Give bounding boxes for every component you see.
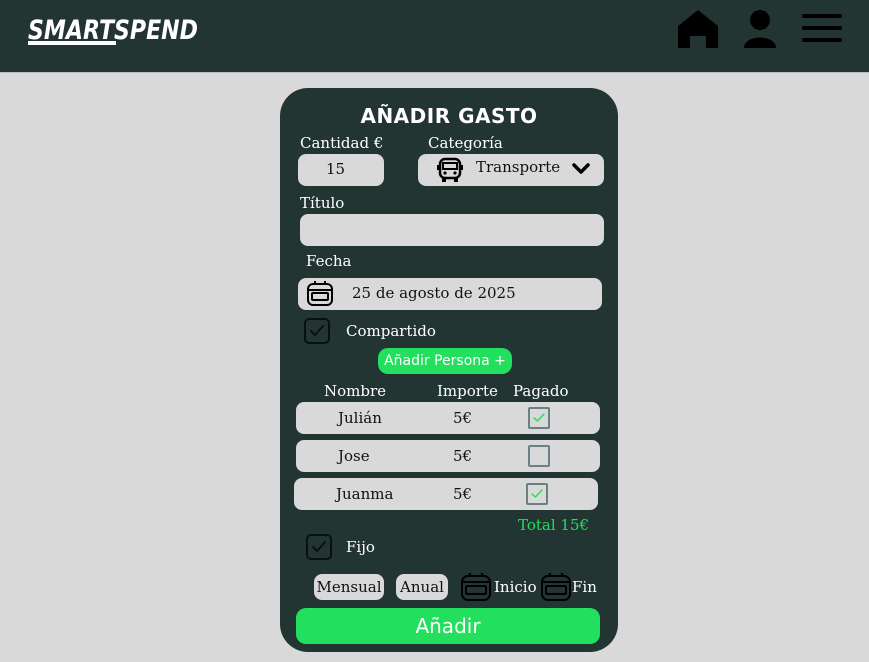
calendar-icon[interactable]	[306, 280, 334, 312]
date-value: 25 de agosto de 2025	[352, 284, 516, 302]
start-calendar-icon[interactable]	[460, 572, 492, 606]
logo-graphic: SMARTSPEND	[28, 15, 198, 46]
fixed-label: Fijo	[346, 538, 375, 556]
chevron-down-icon	[572, 160, 590, 182]
person-amount: 5€	[453, 485, 473, 503]
paid-checkbox[interactable]	[528, 407, 550, 429]
person-name: Julián	[338, 409, 382, 427]
date-field[interactable]: 25 de agosto de 2025	[298, 278, 602, 310]
col-header-paid: Pagado	[513, 382, 569, 400]
person-amount: 5€	[453, 447, 473, 465]
start-label: Inicio	[494, 578, 537, 596]
table-row: Julián 5€	[296, 402, 600, 434]
check-icon	[533, 413, 545, 422]
amount-label: Cantidad €	[300, 134, 384, 152]
amount-field[interactable]: 15	[298, 154, 384, 186]
amount-value: 15	[326, 160, 346, 178]
table-row: Jose 5€	[296, 440, 600, 472]
col-header-name: Nombre	[324, 382, 387, 400]
title-input[interactable]	[300, 214, 604, 246]
person-name: Jose	[338, 447, 370, 465]
category-label: Categoría	[428, 134, 503, 152]
date-label: Fecha	[306, 252, 352, 270]
check-icon	[310, 325, 324, 336]
monthly-button[interactable]: Mensual	[314, 574, 384, 600]
bus-icon	[436, 156, 464, 188]
add-person-button[interactable]: Añadir Persona +	[378, 348, 512, 374]
end-calendar-icon[interactable]	[540, 572, 572, 606]
category-select[interactable]: Transporte	[418, 154, 604, 186]
shared-checkbox[interactable]	[304, 318, 330, 344]
menu-icon[interactable]	[800, 8, 844, 50]
category-value: Transporte	[476, 158, 561, 176]
form-title: AÑADIR GASTO	[360, 104, 538, 128]
fixed-checkbox[interactable]	[306, 534, 332, 560]
total-label: Total 15€	[518, 516, 590, 534]
top-bar: SMARTSPEND	[0, 0, 869, 73]
person-amount: 5€	[453, 409, 473, 427]
home-icon[interactable]	[676, 8, 720, 50]
check-icon	[531, 489, 543, 498]
end-label: Fin	[572, 578, 597, 596]
shared-label: Compartido	[346, 322, 436, 340]
user-icon[interactable]	[740, 8, 784, 50]
paid-checkbox[interactable]	[526, 483, 548, 505]
table-row: Juanma 5€	[294, 478, 598, 510]
submit-button[interactable]: Añadir	[296, 608, 600, 644]
person-name: Juanma	[336, 485, 394, 503]
title-label: Título	[300, 194, 345, 212]
col-header-amount: Importe	[437, 382, 498, 400]
yearly-button[interactable]: Anual	[396, 574, 448, 600]
paid-checkbox[interactable]	[528, 445, 550, 467]
logo[interactable]: SMARTSPEND	[28, 12, 200, 52]
check-icon	[312, 541, 326, 552]
